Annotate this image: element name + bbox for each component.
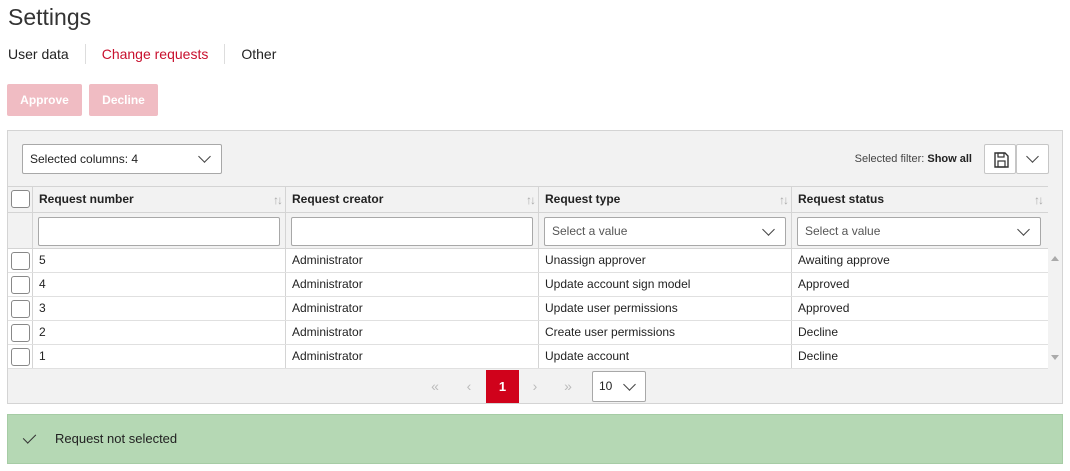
- cell-number: 4: [33, 273, 286, 296]
- cell-number: 3: [33, 297, 286, 320]
- cell-creator: Administrator: [286, 249, 539, 272]
- filter-menu-button[interactable]: [1016, 144, 1049, 174]
- cell-number: 5: [33, 249, 286, 272]
- cell-creator: Administrator: [286, 297, 539, 320]
- column-header-label: Request type: [545, 192, 621, 206]
- sort-icon[interactable]: ↑↓: [273, 193, 283, 207]
- cell-status: Awaiting approve: [798, 253, 890, 267]
- cell-type: Update account sign model: [539, 273, 792, 296]
- requests-table: Request number ↑↓ Request creator ↑↓ Reque…: [8, 186, 1048, 369]
- cell-type: Create user permissions: [539, 321, 792, 344]
- row-select-cell: [8, 297, 33, 320]
- row-checkbox[interactable]: [11, 276, 30, 294]
- row-checkbox[interactable]: [11, 324, 30, 342]
- chevron-down-icon: [1017, 223, 1030, 236]
- cell-status: Approved: [798, 277, 850, 291]
- scroll-up-icon[interactable]: [1051, 256, 1059, 261]
- cell-type: Update user permissions: [539, 297, 792, 320]
- last-page-button[interactable]: »: [554, 373, 582, 399]
- column-header-label: Request status: [798, 192, 885, 206]
- table-header: Request number ↑↓ Request creator ↑↓ Reque…: [8, 187, 1048, 213]
- filter-cell-creator: [286, 213, 539, 248]
- table-row[interactable]: 5 Administrator Unassign approver Awaiti…: [8, 249, 1048, 273]
- cell-creator: Administrator: [286, 345, 539, 368]
- column-selector-label: Selected columns: 4: [30, 152, 139, 166]
- cell-number: 2: [33, 321, 286, 344]
- filter-cell-status: Select a value: [792, 213, 1046, 248]
- row-select-cell: [8, 345, 33, 368]
- table-row[interactable]: 1 Administrator Update account Decline: [8, 345, 1048, 369]
- table-row[interactable]: 3 Administrator Update user permissions …: [8, 297, 1048, 321]
- column-header-label: Request number: [39, 192, 134, 206]
- tab-other[interactable]: Other: [224, 44, 292, 64]
- filter-cell-empty: [8, 213, 33, 248]
- decline-button[interactable]: Decline: [89, 84, 158, 116]
- prev-page-button[interactable]: ‹: [455, 373, 483, 399]
- status-notification: Request not selected: [7, 414, 1063, 464]
- tab-user-data[interactable]: User data: [8, 44, 85, 64]
- column-header-creator[interactable]: Request creator ↑↓: [286, 187, 539, 212]
- request-number-filter-input[interactable]: [38, 217, 280, 246]
- table-row[interactable]: 4 Administrator Update account sign mode…: [8, 273, 1048, 297]
- select-all-cell: [8, 187, 33, 212]
- select-placeholder: Select a value: [552, 224, 628, 238]
- selected-filter: Selected filter: Show all: [855, 153, 972, 165]
- approve-button[interactable]: Approve: [7, 84, 82, 116]
- cell-number: 1: [33, 345, 286, 368]
- chevron-down-icon: [623, 378, 636, 391]
- select-placeholder: Select a value: [805, 224, 881, 238]
- table-scrollbar[interactable]: [1048, 248, 1062, 368]
- first-page-button[interactable]: «: [421, 373, 449, 399]
- row-select-cell: [8, 273, 33, 296]
- cell-creator: Administrator: [286, 273, 539, 296]
- request-status-filter-select[interactable]: Select a value: [797, 217, 1041, 246]
- chevron-down-icon: [198, 150, 211, 163]
- cell-status: Approved: [798, 301, 850, 315]
- page-size-value: 10: [599, 379, 613, 393]
- column-header-number[interactable]: Request number ↑↓: [33, 187, 286, 212]
- sort-icon[interactable]: ↑↓: [1034, 193, 1044, 207]
- next-page-button[interactable]: ›: [521, 373, 549, 399]
- scroll-down-icon[interactable]: [1051, 355, 1059, 360]
- save-icon: [994, 152, 1009, 168]
- sort-icon[interactable]: ↑↓: [526, 193, 536, 207]
- cell-status: Decline: [798, 325, 839, 339]
- column-selector[interactable]: Selected columns: 4: [22, 144, 222, 174]
- select-all-checkbox[interactable]: [11, 190, 30, 208]
- sort-icon[interactable]: ↑↓: [779, 193, 789, 207]
- row-select-cell: [8, 321, 33, 344]
- row-checkbox[interactable]: [11, 252, 30, 270]
- column-header-label: Request creator: [292, 192, 384, 206]
- filter-cell-type: Select a value: [539, 213, 792, 248]
- cell-type: Unassign approver: [539, 249, 792, 272]
- request-type-filter-select[interactable]: Select a value: [544, 217, 786, 246]
- request-creator-filter-input[interactable]: [291, 217, 533, 246]
- selected-filter-value: Show all: [927, 153, 972, 165]
- selected-filter-prefix: Selected filter:: [854, 153, 925, 165]
- notification-message: Request not selected: [55, 431, 178, 446]
- table-row[interactable]: 2 Administrator Create user permissions …: [8, 321, 1048, 345]
- cell-creator: Administrator: [286, 321, 539, 344]
- tab-bar: User data Change requests Other: [8, 44, 292, 64]
- column-header-status[interactable]: Request status ↑↓: [792, 187, 1046, 212]
- page-title: Settings: [8, 4, 92, 30]
- row-checkbox[interactable]: [11, 300, 30, 318]
- save-filter-button[interactable]: [984, 144, 1016, 174]
- page-button-current[interactable]: 1: [486, 370, 519, 403]
- filter-row: Select a value Select a value: [8, 213, 1048, 249]
- filter-cell-number: [33, 213, 286, 248]
- tab-change-requests[interactable]: Change requests: [84, 44, 225, 64]
- cell-type: Update account: [539, 345, 792, 368]
- check-icon: [22, 430, 37, 444]
- chevron-down-icon: [762, 223, 775, 236]
- requests-grid: Selected columns: 4 Selected filter: Sho…: [7, 130, 1063, 404]
- page-size-select[interactable]: 10: [592, 371, 646, 402]
- column-header-type[interactable]: Request type ↑↓: [539, 187, 792, 212]
- pagination: « ‹ 1 › » 10: [8, 369, 1062, 403]
- row-select-cell: [8, 249, 33, 272]
- row-checkbox[interactable]: [11, 348, 30, 366]
- cell-status: Decline: [798, 349, 839, 363]
- chevron-down-icon: [1026, 150, 1039, 163]
